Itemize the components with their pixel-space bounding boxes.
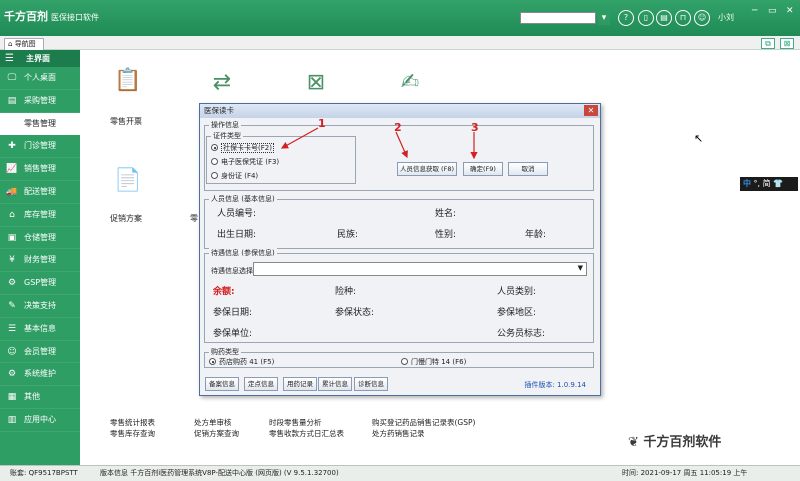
annotation-2: 2 (394, 121, 402, 134)
status-bar: 账套: QF9517BPSTT 版本信息 千方百剂i医药管理系统V8P-配送中心… (0, 465, 800, 481)
status-time: 时间: 2021-09-17 周五 11:05:19 上午 (622, 469, 748, 477)
annotation-1: 1 (318, 117, 326, 130)
annotation-arrows (280, 127, 478, 160)
status-account: 账套: QF9517BPSTT (10, 469, 78, 477)
arrow-1 (280, 127, 319, 149)
status-version: 版本信息 千方百剂i医药管理系统V8P-配送中心版 (网页版) (V 9.5.1… (100, 469, 339, 477)
annotation-3: 3 (471, 121, 479, 134)
arrow-2 (395, 131, 408, 159)
